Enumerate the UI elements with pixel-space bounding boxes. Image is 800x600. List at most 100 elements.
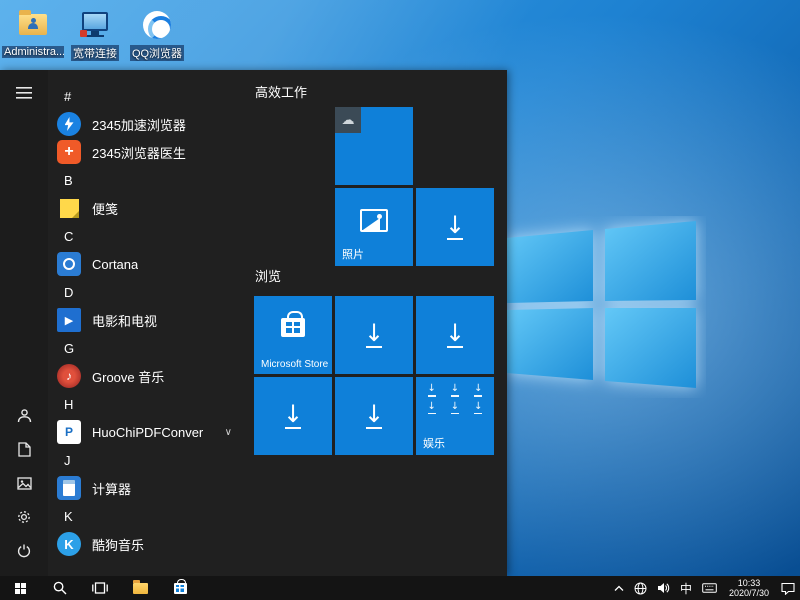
desktop-icon-broadband[interactable]: 宽带连接 [64, 8, 126, 66]
start-button[interactable] [0, 576, 40, 600]
start-menu: # 2345加速浏览器 + 2345浏览器医生 B 便笺 C Cortana D [0, 70, 507, 576]
task-view-icon [92, 582, 108, 594]
tile-group-title[interactable]: 高效工作 [255, 82, 307, 101]
photos-icon [360, 209, 388, 232]
app-section-header[interactable]: C [48, 222, 240, 250]
tile-download-placeholder[interactable]: ↓ [335, 377, 413, 455]
app-item-2345-speed-browser[interactable]: 2345加速浏览器 [48, 110, 240, 138]
app-section-header[interactable]: D [48, 278, 240, 306]
speaker-icon [657, 582, 670, 594]
task-view-button[interactable] [80, 576, 120, 600]
system-tray: 中 10:33 2020/7/30 [609, 576, 800, 600]
clock-time: 10:33 [738, 578, 761, 588]
desktop-icon-label: QQ浏览器 [130, 45, 184, 61]
document-icon [18, 442, 31, 457]
download-group-icon: ↓ ↓ ↓ ↓ ↓ ↓ [424, 385, 486, 414]
pictures-button[interactable] [0, 466, 48, 500]
settings-button[interactable] [0, 500, 48, 534]
movies-tv-icon: ▶ [57, 308, 81, 332]
store-bag-icon [281, 318, 305, 337]
download-icon: ↓ [364, 323, 384, 348]
app-item-movies-tv[interactable]: ▶ 电影和电视 [48, 306, 240, 334]
user-folder-icon [19, 14, 47, 35]
ime-indicator[interactable]: 中 [675, 576, 697, 600]
groove-music-icon: ♪ [57, 364, 81, 388]
network-globe-icon [634, 582, 647, 595]
tile-entertainment-folder[interactable]: ↓ ↓ ↓ ↓ ↓ ↓ 娱乐 [416, 377, 494, 455]
app-item-groove-music[interactable]: ♪ Groove 音乐 [48, 362, 240, 390]
app-item-calculator[interactable]: 计算器 [48, 474, 240, 502]
clock[interactable]: 10:33 2020/7/30 [722, 576, 776, 600]
keyboard-icon [702, 583, 717, 593]
expand-menu-button[interactable] [0, 76, 48, 110]
touch-keyboard-button[interactable] [697, 576, 722, 600]
app-section-header[interactable]: B [48, 166, 240, 194]
volume-button[interactable] [652, 576, 675, 600]
calculator-icon [57, 476, 81, 500]
2345-speed-browser-icon [57, 112, 81, 136]
download-icon: ↓ [364, 404, 384, 429]
cortana-icon [57, 252, 81, 276]
start-menu-rail [0, 70, 48, 576]
action-center-icon [781, 582, 795, 595]
app-section-header[interactable]: J [48, 446, 240, 474]
sticky-notes-icon [57, 196, 81, 220]
desktop-icon-label: 宽带连接 [71, 45, 119, 61]
desktop-icon-qq-browser[interactable]: QQ浏览器 [126, 8, 188, 66]
clock-date: 2020/7/30 [729, 588, 769, 598]
picture-icon [17, 477, 32, 490]
download-icon: ↓ [445, 215, 465, 240]
hamburger-icon [16, 87, 32, 99]
search-icon [53, 581, 67, 595]
start-menu-tiles: 高效工作 ☁ 照片 ↓ 浏览 Microsoft Store ↓ ↓ [248, 70, 507, 576]
tile-photos[interactable]: 照片 [335, 188, 413, 266]
documents-button[interactable] [0, 432, 48, 466]
action-center-button[interactable] [776, 576, 800, 600]
folder-icon [133, 583, 148, 594]
store-icon [174, 583, 187, 594]
hidden-icons-button[interactable] [609, 576, 629, 600]
app-section-header[interactable]: K [48, 502, 240, 530]
user-icon [17, 408, 32, 423]
power-button[interactable] [0, 534, 48, 568]
monitor-icon [82, 12, 108, 31]
user-account-button[interactable] [0, 398, 48, 432]
tile-download-placeholder[interactable]: ↓ [335, 296, 413, 374]
connection-badge-icon [80, 30, 87, 37]
desktop-icon-administrator[interactable]: Administra... [2, 8, 64, 63]
desktop: Administra... 宽带连接 QQ浏览器 [0, 0, 800, 600]
taskbar: 中 10:33 2020/7/30 [0, 576, 800, 600]
windows-hero-logo [498, 216, 706, 398]
store-button[interactable] [160, 576, 200, 600]
app-section-header[interactable]: # [48, 82, 240, 110]
desktop-icon-label: Administra... [2, 46, 64, 58]
download-icon: ↓ [445, 323, 465, 348]
tile-download-placeholder[interactable]: ↓ [254, 377, 332, 455]
cloud-icon: ☁ [335, 107, 361, 133]
start-menu-app-list: # 2345加速浏览器 + 2345浏览器医生 B 便笺 C Cortana D [48, 70, 240, 576]
app-item-cortana[interactable]: Cortana [48, 250, 240, 278]
chevron-down-icon[interactable]: ∨ [225, 427, 232, 438]
app-item-sticky-notes[interactable]: 便笺 [48, 194, 240, 222]
app-item-pdf-converter[interactable]: P HuoChiPDFConver ∨ [48, 418, 240, 446]
pdf-converter-icon: P [57, 420, 81, 444]
2345-browser-doctor-icon: + [57, 140, 81, 164]
download-icon: ↓ [283, 404, 303, 429]
app-section-header[interactable]: G [48, 334, 240, 362]
chevron-up-icon [614, 585, 624, 592]
tile-onedrive[interactable]: ☁ [335, 107, 413, 185]
app-item-2345-browser-doctor[interactable]: + 2345浏览器医生 [48, 138, 240, 166]
tile-download-placeholder[interactable]: ↓ [416, 296, 494, 374]
tile-download-placeholder[interactable]: ↓ [416, 188, 494, 266]
app-section-header[interactable]: H [48, 390, 240, 418]
kugou-music-icon: K [57, 532, 81, 556]
qq-browser-icon [143, 11, 171, 39]
tile-microsoft-store[interactable]: Microsoft Store [254, 296, 332, 374]
tile-group-title[interactable]: 浏览 [255, 266, 281, 285]
network-button[interactable] [629, 576, 652, 600]
search-button[interactable] [40, 576, 80, 600]
gear-icon [16, 509, 32, 525]
power-icon [17, 544, 31, 558]
file-explorer-button[interactable] [120, 576, 160, 600]
app-item-kugou-music[interactable]: K 酷狗音乐 [48, 530, 240, 558]
